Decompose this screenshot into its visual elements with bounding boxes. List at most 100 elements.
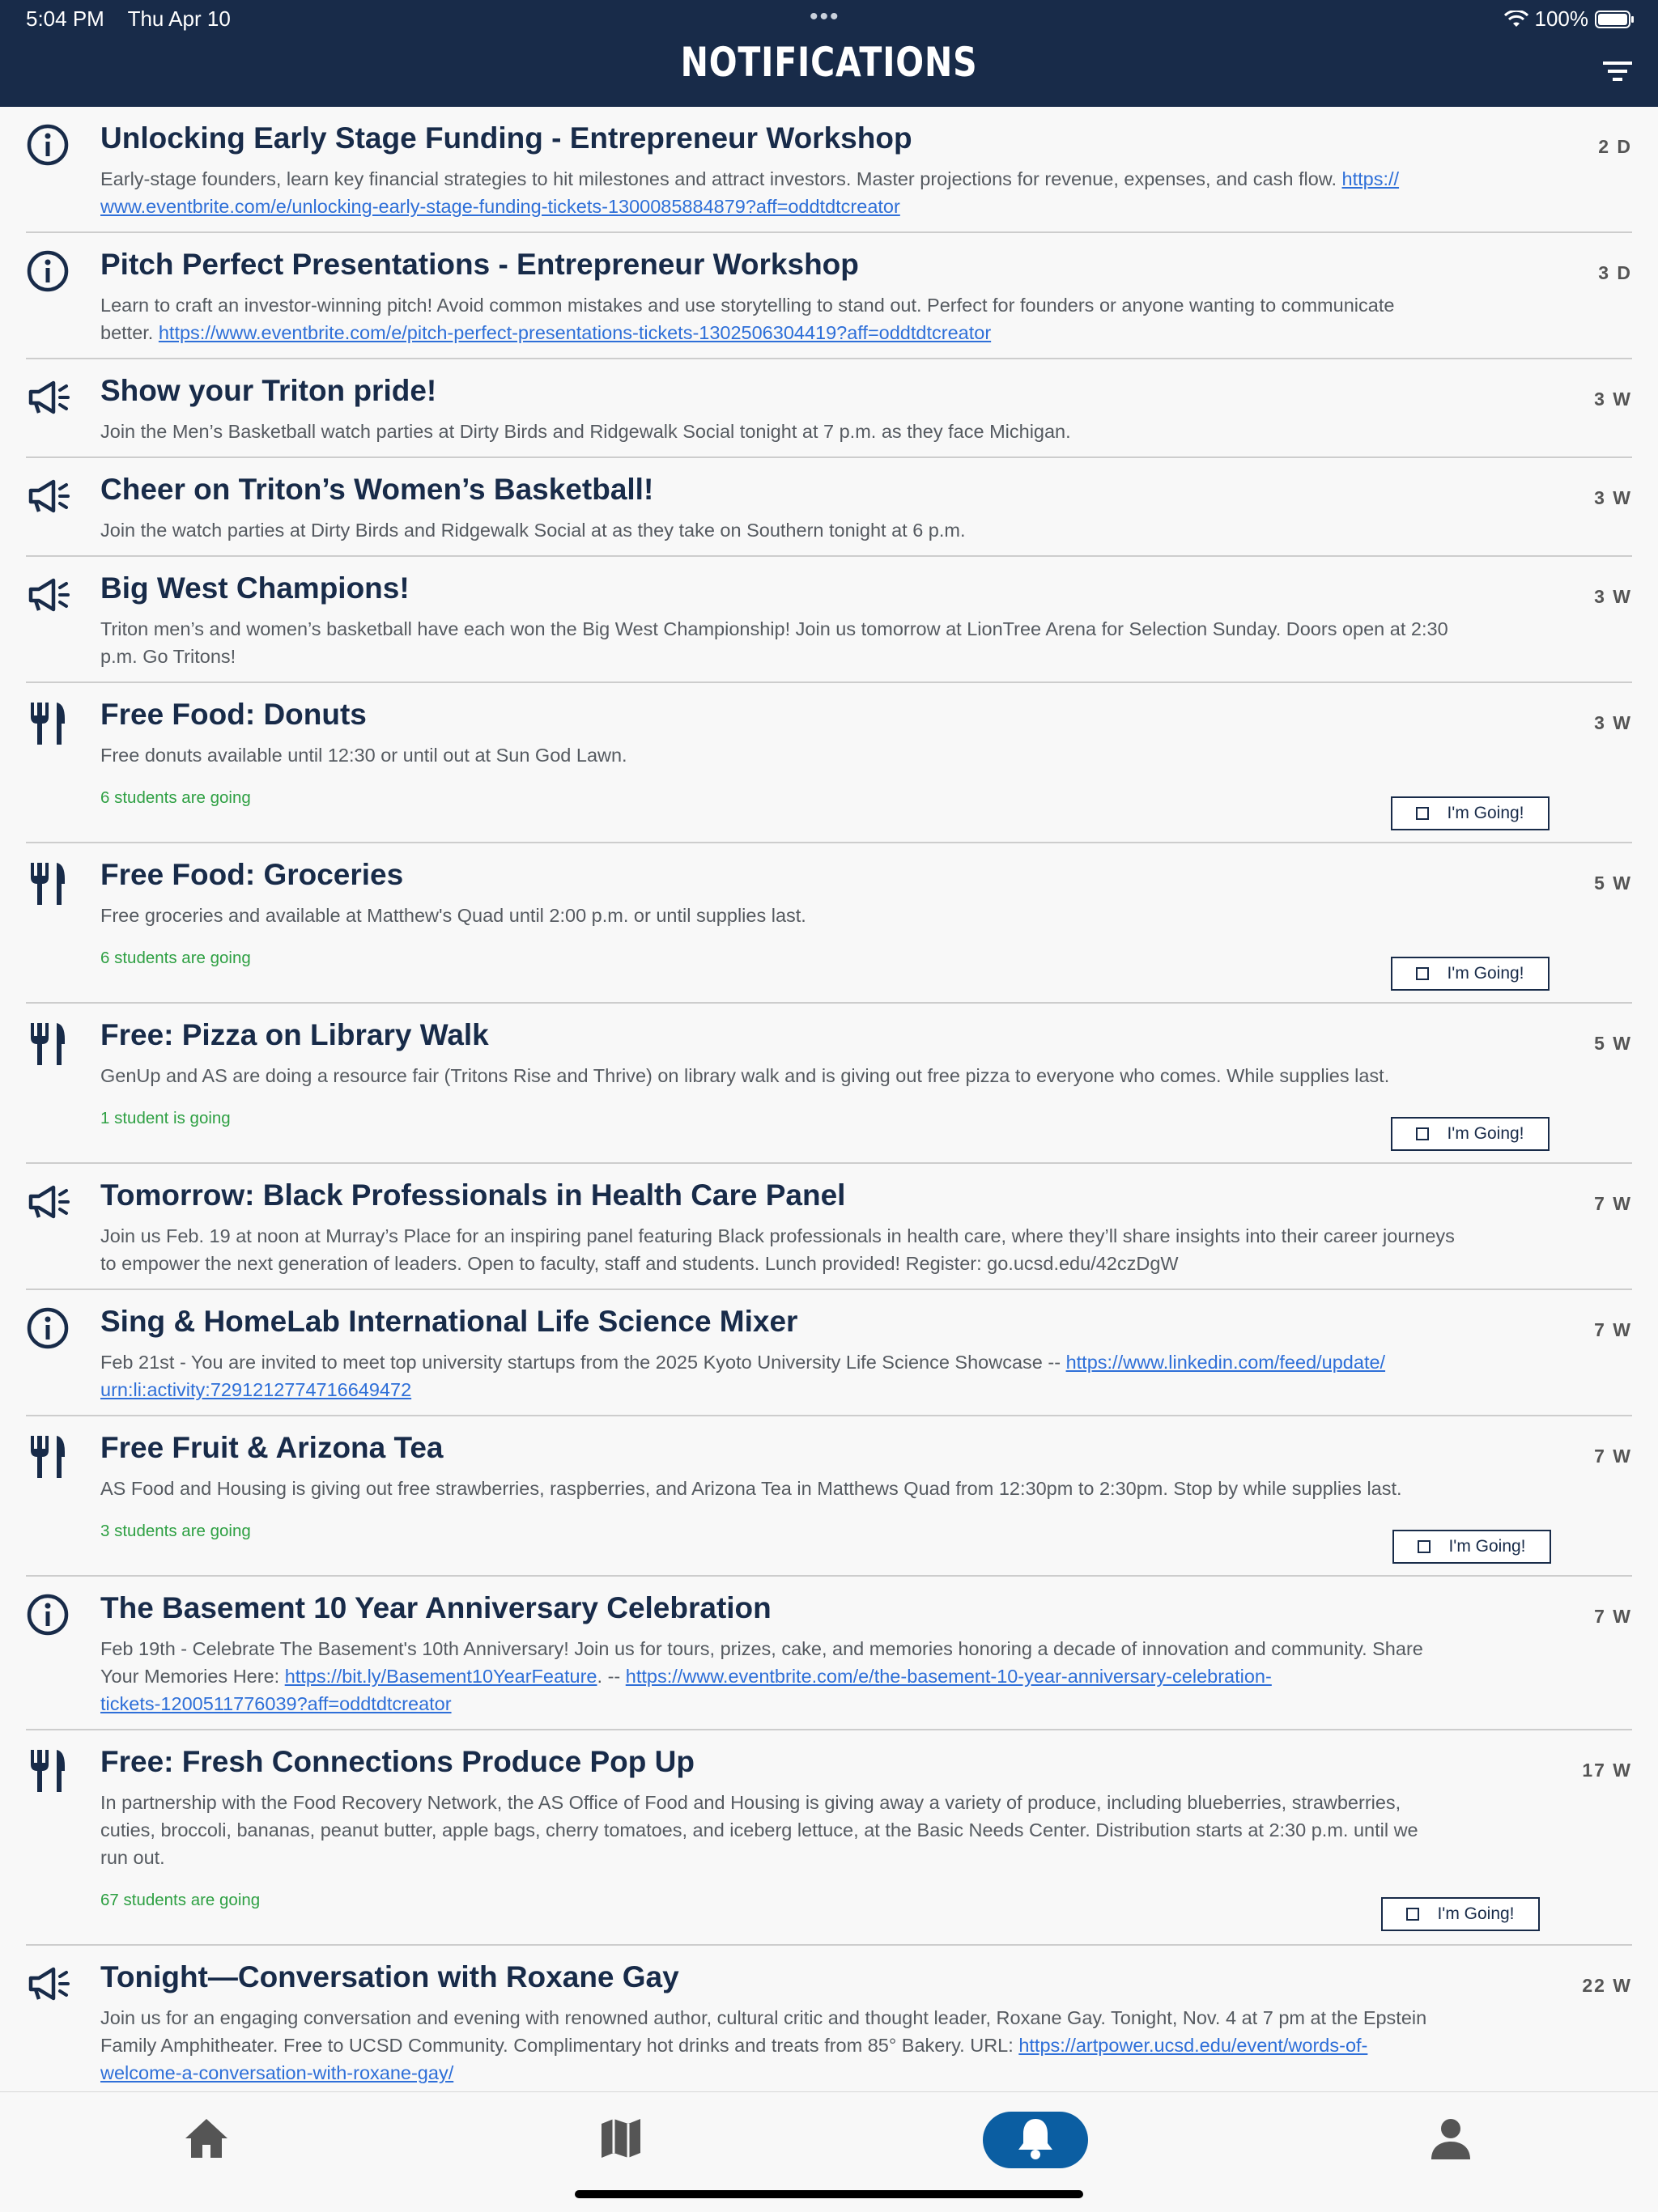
status-time: 5:04 PM [26, 6, 104, 31]
description-line: Family Amphitheater. Free to UCSD Commun… [100, 2032, 1574, 2059]
fork-knife-icon [26, 1020, 73, 1067]
attendee-count: 6 students are going [100, 949, 251, 967]
description-link[interactable]: https://www.linkedin.com/feed/update/ [1066, 1352, 1386, 1373]
description-link[interactable]: https://bit.ly/Basement10YearFeature [285, 1666, 597, 1687]
megaphone-icon [26, 573, 73, 620]
im-going-button[interactable]: I'm Going! [1391, 957, 1550, 991]
description-link[interactable]: https://www.eventbrite.com/e/pitch-perfe… [159, 322, 991, 343]
notification-item[interactable]: The Basement 10 Year Anniversary Celebra… [26, 1577, 1632, 1730]
description-text: Free groceries and available at Matthew'… [100, 905, 806, 926]
attendee-count: 67 students are going [100, 1891, 261, 1909]
description-text: Early-stage founders, learn key financia… [100, 168, 1342, 189]
description-link[interactable]: https://www.eventbrite.com/e/the-basemen… [626, 1666, 1272, 1687]
tab-notifications[interactable] [983, 2112, 1088, 2168]
description-text: Family Amphitheater. Free to UCSD Commun… [100, 2035, 1019, 2056]
attendee-count: 3 students are going [100, 1522, 251, 1540]
description-text: Join us Feb. 19 at noon at Murray’s Plac… [100, 1225, 1455, 1246]
description-line: www.eventbrite.com/e/unlocking-early-sta… [100, 193, 1574, 220]
notification-description: Triton men’s and women’s basketball have… [100, 615, 1574, 670]
megaphone-icon [26, 474, 73, 521]
description-link[interactable]: www.eventbrite.com/e/unlocking-early-sta… [100, 196, 900, 217]
notification-item[interactable]: Free Food: Groceries 5 W Free groceries an… [26, 843, 1632, 1004]
description-line: urn:li:activity:7291212774716649472 [100, 1376, 1574, 1403]
description-line: welcome-a-conversation-with-roxane-gay/ [100, 2059, 1574, 2087]
notification-title: Free Food: Donuts [100, 698, 367, 731]
info-icon [26, 123, 73, 170]
notification-item[interactable]: Sing & HomeLab International Life Scienc… [26, 1290, 1632, 1416]
description-text: Join the watch parties at Dirty Birds an… [100, 520, 966, 541]
notification-item[interactable]: Free Food: Donuts 3 W Free donuts availabl… [26, 683, 1632, 843]
filter-icon[interactable] [1600, 57, 1635, 86]
description-link[interactable]: urn:li:activity:7291212774716649472 [100, 1379, 411, 1400]
notification-item[interactable]: Cheer on Triton’s Women’s Basketball! 3 W… [26, 458, 1632, 557]
notification-age: 5 W [1594, 1033, 1632, 1054]
notification-age: 22 W [1582, 1975, 1632, 1996]
description-link[interactable]: tickets-1200511776039?aff=oddtdtcreator [100, 1693, 452, 1714]
home-icon [182, 2116, 231, 2165]
description-line: p.m. Go Tritons! [100, 643, 1574, 670]
description-link[interactable]: https:// [1342, 168, 1400, 189]
notification-age: 3 W [1594, 712, 1632, 733]
info-icon [26, 1593, 73, 1640]
im-going-button[interactable]: I'm Going! [1391, 796, 1550, 830]
notification-description: AS Food and Housing is giving out free s… [100, 1475, 1574, 1502]
description-text: Join the Men’s Basketball watch parties … [100, 421, 1071, 442]
im-going-label: I'm Going! [1447, 1124, 1524, 1143]
notification-description: Feb 19th - Celebrate The Basement's 10th… [100, 1635, 1574, 1717]
battery-percent: 100% [1534, 6, 1589, 31]
bell-icon [1015, 2116, 1056, 2165]
status-bar-right: 100% [1503, 6, 1636, 32]
notification-item[interactable]: Tonight—Conversation with Roxane Gay 22 W… [26, 1946, 1632, 2091]
im-going-button[interactable]: I'm Going! [1381, 1897, 1540, 1931]
description-link[interactable]: welcome-a-conversation-with-roxane-gay/ [100, 2062, 453, 2083]
map-icon [598, 2116, 644, 2165]
notification-title: Free: Pizza on Library Walk [100, 1018, 489, 1051]
multitasking-dots-icon[interactable]: ••• [810, 3, 840, 31]
description-line: GenUp and AS are doing a resource fair (… [100, 1062, 1574, 1089]
description-link[interactable]: https://artpower.ucsd.edu/event/words-of… [1018, 2035, 1367, 2056]
notification-description: Learn to craft an investor-winning pitch… [100, 291, 1574, 346]
info-icon [26, 1306, 73, 1353]
tab-home[interactable] [154, 2112, 259, 2168]
tab-profile[interactable] [1398, 2112, 1503, 2168]
description-text: better. [100, 322, 159, 343]
attendee-count: 6 students are going [100, 788, 251, 807]
tab-map[interactable] [568, 2112, 674, 2168]
notification-item[interactable]: Show your Triton pride! 3 W Join the Men’s… [26, 359, 1632, 458]
description-line: better. https://www.eventbrite.com/e/pit… [100, 319, 1574, 346]
description-line: to empower the next generation of leader… [100, 1250, 1574, 1277]
im-going-label: I'm Going! [1437, 1904, 1515, 1923]
im-going-label: I'm Going! [1447, 804, 1524, 822]
description-text: Learn to craft an investor-winning pitch… [100, 295, 1395, 316]
fork-knife-icon [26, 1747, 73, 1794]
description-line: Learn to craft an investor-winning pitch… [100, 291, 1574, 319]
notification-item[interactable]: Unlocking Early Stage Funding - Entrepre… [26, 107, 1632, 233]
notification-description: Free donuts available until 12:30 or unt… [100, 741, 1574, 769]
description-text: In partnership with the Food Recovery Ne… [100, 1792, 1401, 1813]
im-going-button[interactable]: I'm Going! [1392, 1530, 1551, 1564]
description-line: Early-stage founders, learn key financia… [100, 165, 1574, 193]
fork-knife-icon [26, 860, 73, 906]
im-going-button[interactable]: I'm Going! [1391, 1117, 1550, 1151]
notification-age: 7 W [1594, 1193, 1632, 1214]
description-line: Join the Men’s Basketball watch parties … [100, 418, 1574, 445]
notification-age: 17 W [1582, 1760, 1632, 1781]
description-text: Your Memories Here: [100, 1666, 285, 1687]
checkbox-icon [1416, 807, 1430, 820]
megaphone-icon [26, 1962, 73, 2009]
home-indicator[interactable] [575, 2190, 1083, 2198]
notification-title: Tonight—Conversation with Roxane Gay [100, 1960, 679, 1993]
notification-description: Early-stage founders, learn key financia… [100, 165, 1574, 220]
notification-item[interactable]: Free: Pizza on Library Walk 5 W GenUp and … [26, 1004, 1632, 1164]
notification-list[interactable]: Unlocking Early Stage Funding - Entrepre… [0, 107, 1658, 2091]
notification-age: 5 W [1594, 872, 1632, 894]
status-bar-left: 5:04 PM Thu Apr 10 [26, 6, 249, 32]
info-icon [26, 249, 73, 296]
notification-item[interactable]: Free Fruit & Arizona Tea 7 W AS Food and H… [26, 1416, 1632, 1577]
notification-title: Tomorrow: Black Professionals in Health … [100, 1178, 846, 1212]
notification-item[interactable]: Pitch Perfect Presentations - Entreprene… [26, 233, 1632, 359]
notification-item[interactable]: Tomorrow: Black Professionals in Health … [26, 1164, 1632, 1290]
notification-item[interactable]: Free: Fresh Connections Produce Pop Up 17… [26, 1730, 1632, 1946]
notification-item[interactable]: Big West Champions! 3 W Triton men’s and w… [26, 557, 1632, 683]
fork-knife-icon [26, 1433, 73, 1480]
